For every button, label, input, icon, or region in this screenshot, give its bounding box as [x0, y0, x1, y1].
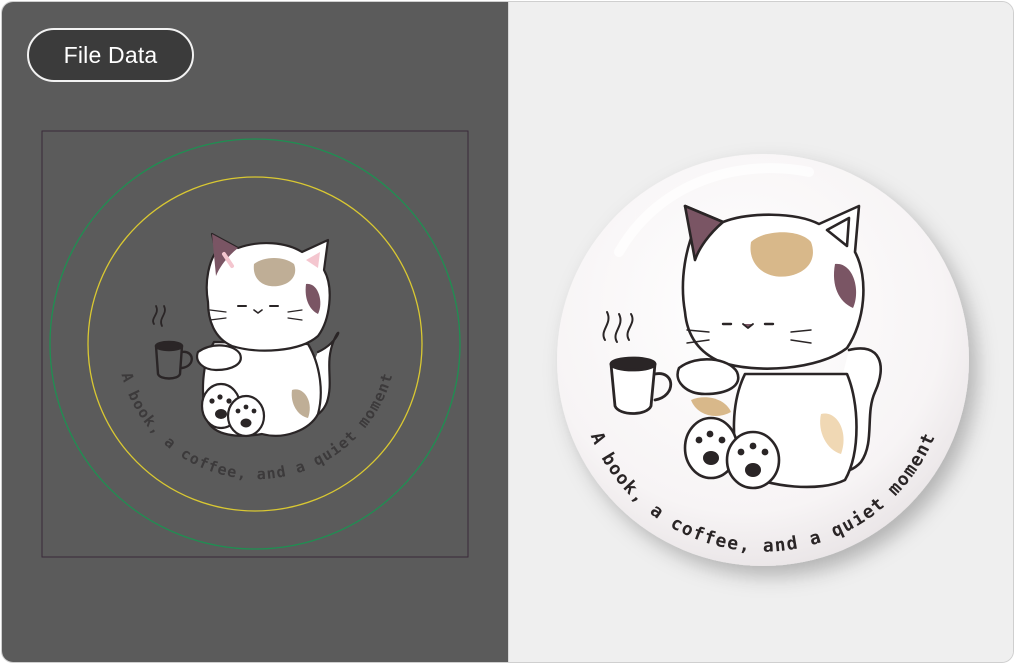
app-frame: File Data A book, a coffee, and a quiet … [1, 1, 1014, 663]
badge-preview: A book, a coffee, and a quiet moment [557, 154, 969, 566]
cat-illustration-icon [196, 232, 340, 438]
design-canvas: A book, a coffee, and a quiet moment [41, 130, 469, 558]
coffee-cup-icon [152, 305, 193, 380]
product-preview-panel: A book, a coffee, and a quiet moment [508, 2, 1013, 662]
file-data-panel: File Data A book, a coffee, and a quiet … [2, 2, 508, 662]
